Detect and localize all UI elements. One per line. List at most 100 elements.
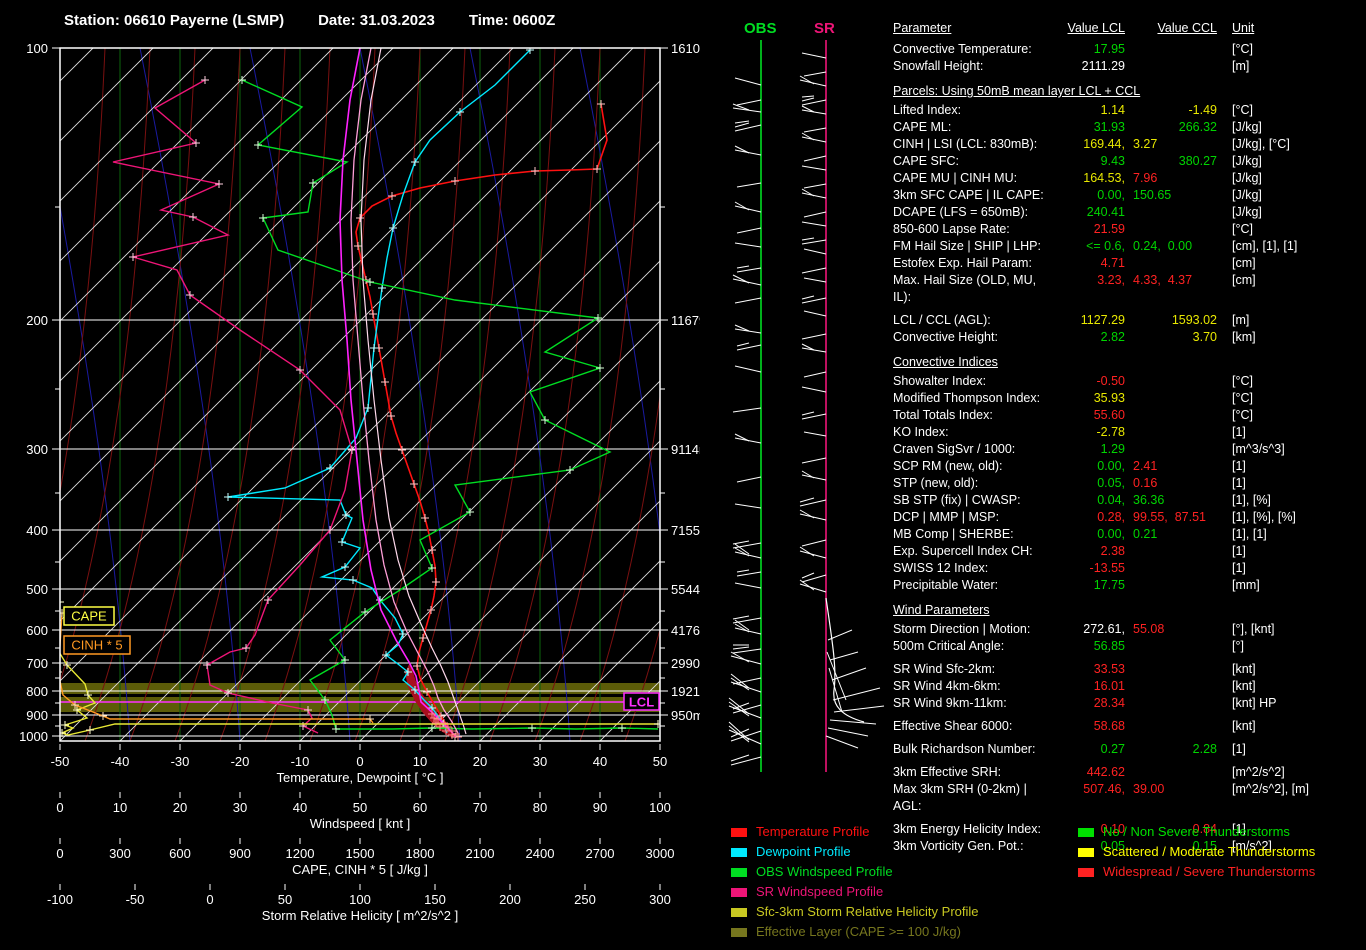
svg-text:-40: -40 [111,754,130,769]
row-label: Showalter Index: [893,373,1053,390]
value-lcl: 0.04, [1053,492,1125,509]
table-row: SR Wind 9km-11km:28.34[knt] HP [893,695,1365,712]
value-continued: 0.16 [1125,475,1217,492]
value-lcl: 3.23, [1053,272,1125,289]
profile-legend-item: OBS Windspeed Profile [731,862,979,882]
row-unit: [°C] [1217,221,1365,238]
svg-text:50: 50 [353,800,367,815]
value-lcl: 1127.29 [1053,312,1125,329]
svg-text:300: 300 [26,442,48,457]
row-unit: [m^3/s^3] [1217,441,1365,458]
svg-text:5544m: 5544m [671,582,700,597]
bottom-axes: -50-40-30-20-1001020304050Temperature, D… [47,744,674,923]
svg-text:300: 300 [649,892,671,907]
x-axis-1: 0102030405060708090100Windspeed [ knt ] [56,792,670,831]
value-lcl: 240.41 [1053,204,1125,221]
column-header-value_ccl: Value CCL [1125,20,1217,37]
profile-legend-item: Effective Layer (CAPE >= 100 J/kg) [731,922,979,942]
svg-text:400: 400 [26,523,48,538]
svg-text:100: 100 [349,892,371,907]
table-row: 850-600 Lapse Rate:21.59[°C] [893,221,1365,238]
legend-swatch [1078,848,1094,857]
row-label: CAPE SFC: [893,153,1053,170]
sr-column-label: SR [814,20,835,37]
legend-swatch [731,848,747,857]
cinh-label: CINH * 5 [64,636,130,654]
row-label: SB STP (fix) | CWASP: [893,492,1053,509]
value-lcl: 169.44, [1053,136,1125,153]
row-label: SWISS 12 Index: [893,560,1053,577]
table-row: Precipitable Water:17.75[mm] [893,577,1365,594]
row-label: CAPE MU | CINH MU: [893,170,1053,187]
svg-text:9114m: 9114m [671,442,700,457]
table-row: SB STP (fix) | CWASP:0.04,36.36[1], [%] [893,492,1365,509]
row-unit: [m^2/s^2], [m] [1217,781,1365,798]
value-lcl: 442.62 [1053,764,1125,781]
row-unit: [m] [1217,312,1365,329]
value-continued: 4.33, 4.37 [1125,272,1217,289]
svg-text:950m: 950m [671,708,700,723]
value-lcl: 164.53, [1053,170,1125,187]
svg-text:250: 250 [574,892,596,907]
row-label: DCAPE (LFS = 650mB): [893,204,1053,221]
table-row: SR Wind 4km-6km:16.01[knt] [893,678,1365,695]
svg-text:-20: -20 [231,754,250,769]
column-header-unit: Unit [1217,20,1365,37]
value-lcl: 272.61, [1053,621,1125,638]
value-continued: 0.21 [1125,526,1217,543]
value-lcl: 0.00, [1053,526,1125,543]
x-axis-title-0: Temperature, Dewpoint [ °C ] [276,770,443,785]
value-lcl: <= 0.6, [1053,238,1125,255]
severity-legend-item: No / Non Severe Thunderstorms [1078,822,1315,842]
table-row: SWISS 12 Index:-13.55[1] [893,560,1365,577]
table-row: Storm Direction | Motion:272.61,55.08[°]… [893,621,1365,638]
row-label: FM Hail Size | SHIP | LHP: [893,238,1053,255]
column-header-value_lcl: Value LCL [1053,20,1125,37]
svg-text:3000: 3000 [646,846,675,861]
row-unit: [J/kg] [1217,187,1365,204]
row-unit: [°C] [1217,41,1365,58]
row-unit: [1] [1217,741,1365,758]
svg-text:600: 600 [26,623,48,638]
legend-label: Sfc-3km Storm Relative Helicity Profile [756,902,979,922]
table-row: Modified Thompson Index:35.93 [°C] [893,390,1365,407]
row-unit: [knt] [1217,718,1365,735]
value-lcl: 35.93 [1053,390,1125,407]
srh-profile-profile [56,598,662,737]
table-row: Convective Temperature:17.95[°C] [893,41,1365,58]
legend-swatch [731,888,747,897]
row-unit: [°C] [1217,390,1365,407]
value-ccl: -1.49 [1125,102,1217,119]
row-label: Convective Temperature: [893,41,1053,58]
svg-text:CAPE: CAPE [71,609,107,624]
row-label: Modified Thompson Index: [893,390,1053,407]
value-lcl: 4.71 [1053,255,1125,272]
row-unit: [1] [1217,543,1365,560]
row-label: SR Wind Sfc-2km: [893,661,1053,678]
value-lcl: 55.60 [1053,407,1125,424]
svg-text:20: 20 [173,800,187,815]
table-row: Showalter Index:-0.50[°C] [893,373,1365,390]
parameter-table: ParameterValue LCLValue CCLUnitConvectiv… [893,20,1365,855]
legend-label: SR Windspeed Profile [756,882,883,902]
row-label: Exp. Supercell Index CH: [893,543,1053,560]
table-row: DCAPE (LFS = 650mB):240.41[J/kg] [893,204,1365,221]
legend-swatch [1078,868,1094,877]
svg-text:0: 0 [56,846,63,861]
svg-text:30: 30 [533,754,547,769]
value-continued: 55.08 [1125,621,1217,638]
value-ccl: 266.32 [1125,119,1217,136]
value-continued: 2.41 [1125,458,1217,475]
svg-text:30: 30 [233,800,247,815]
svg-text:0: 0 [56,800,63,815]
svg-text:200: 200 [26,313,48,328]
table-row: Snowfall Height:2111.29[m] [893,58,1365,75]
svg-text:100: 100 [26,41,48,56]
svg-text:300: 300 [109,846,131,861]
row-unit: [1], [%] [1217,492,1365,509]
value-lcl: -0.50 [1053,373,1125,390]
row-label: CINH | LSI (LCL: 830mB): [893,136,1053,153]
row-unit: [mm] [1217,577,1365,594]
legend-label: Dewpoint Profile [756,842,851,862]
value-lcl: 2.82 [1053,329,1125,346]
